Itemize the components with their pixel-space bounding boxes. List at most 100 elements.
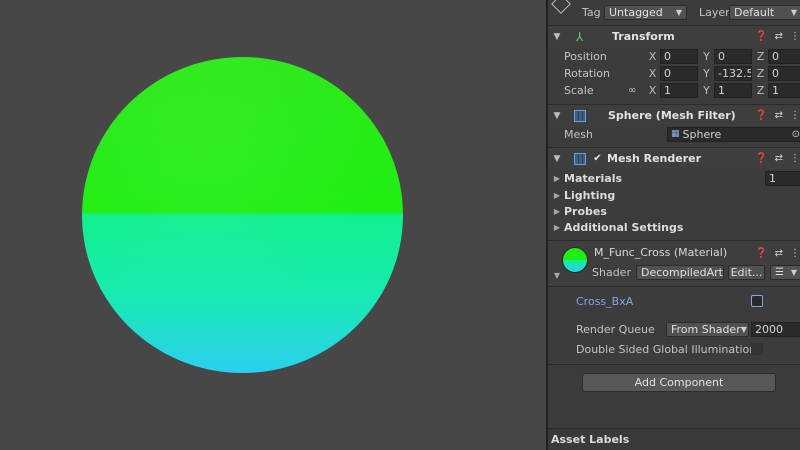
double-sided-gi-checkbox[interactable] — [751, 343, 763, 355]
foldout-expanded-icon[interactable]: ▼ — [550, 111, 564, 121]
preset-icon[interactable]: ⇄ — [775, 31, 783, 42]
help-icon[interactable]: ❓ — [755, 31, 767, 42]
more-menu-icon[interactable]: ⋮ — [790, 153, 800, 164]
materials-label: Materials — [564, 171, 623, 185]
asset-labels-bar[interactable]: Asset Labels — [548, 428, 800, 450]
rotation-x-field[interactable]: 0 — [660, 66, 698, 81]
chevron-down-icon: ▼ — [790, 268, 797, 277]
mesh-renderer-header[interactable]: ▼ ✔ Mesh Renderer ❓ ⇄ ⋮ — [548, 147, 800, 169]
shader-options-dropdown[interactable]: ☰ ▼ — [770, 265, 800, 280]
position-label: Position — [564, 50, 607, 63]
foldout-expanded-icon[interactable]: ▼ — [550, 32, 564, 42]
add-component-button[interactable]: Add Component — [582, 373, 776, 392]
layer-label: Layer — [699, 5, 730, 19]
mesh-filter-icon — [574, 109, 586, 122]
double-sided-gi-label: Double Sided Global Illumination — [576, 342, 757, 356]
mesh-value: Sphere — [682, 127, 722, 141]
layer-dropdown[interactable]: Default ▼ — [729, 4, 800, 20]
foldout-collapsed-icon[interactable]: ▶ — [551, 223, 563, 232]
shader-dropdown[interactable]: DecompiledArt ▼ — [636, 265, 724, 280]
layer-value: Default — [734, 5, 775, 19]
divider — [548, 286, 800, 287]
rotation-z-value: 0 — [772, 67, 779, 80]
foldout-collapsed-icon[interactable]: ▶ — [551, 207, 563, 216]
more-menu-icon[interactable]: ⋮ — [790, 248, 800, 259]
cross-bxa-label: Cross_BxA — [576, 294, 634, 308]
tag-layer-row: Tag Untagged ▼ Layer Default ▼ — [548, 0, 800, 21]
preset-icon[interactable]: ⇄ — [775, 153, 783, 164]
transform-header-icons: ❓ ⇄ ⋮ — [755, 26, 800, 47]
enabled-checkbox[interactable]: ✔ — [592, 153, 603, 164]
rotation-y-field[interactable]: -132.5 — [714, 66, 752, 81]
position-row: Position X 0 Y 0 Z 0 — [548, 48, 800, 65]
mesh-filter-title: Sphere (Mesh Filter) — [608, 109, 736, 122]
edit-label: Edit... — [730, 266, 763, 279]
materials-count-field[interactable]: 1 — [765, 170, 800, 186]
axis-y-label: Y — [703, 50, 710, 63]
more-menu-icon[interactable]: ⋮ — [790, 110, 800, 121]
edit-shader-button[interactable]: Edit... — [728, 265, 765, 280]
position-x-field[interactable]: 0 — [660, 49, 698, 64]
rotation-x-value: 0 — [664, 67, 671, 80]
position-y-value: 0 — [718, 50, 725, 63]
scale-y-field[interactable]: 1 — [714, 83, 752, 98]
render-queue-row: Render Queue From Shader ▼ 2000 — [548, 321, 800, 337]
mesh-renderer-title: Mesh Renderer — [607, 152, 702, 165]
scene-view[interactable] — [0, 0, 546, 450]
list-icon: ☰ — [775, 267, 784, 278]
additional-settings-foldout[interactable]: ▶ Additional Settings — [548, 219, 800, 235]
help-icon[interactable]: ❓ — [755, 110, 767, 121]
scale-z-field[interactable]: 1 — [768, 83, 800, 98]
materials-count-value: 1 — [769, 171, 776, 185]
help-icon[interactable]: ❓ — [755, 153, 767, 164]
mesh-row: Mesh ▦ Sphere ⊙ — [548, 126, 800, 142]
gameobject-cube-icon — [551, 0, 571, 14]
mesh-object-field[interactable]: ▦ Sphere ⊙ — [667, 126, 800, 142]
rotation-y-value: -132.5 — [718, 67, 752, 80]
material-preview-icon — [562, 247, 588, 273]
mesh-filter-header-icons: ❓ ⇄ ⋮ — [755, 105, 800, 126]
material-header[interactable]: ▼ M_Func_Cross (Material) ❓ ⇄ ⋮ Shader D… — [548, 241, 800, 285]
axis-y-label: Y — [703, 67, 710, 80]
render-queue-label: Render Queue — [576, 322, 655, 336]
preset-icon[interactable]: ⇄ — [775, 248, 783, 259]
more-menu-icon[interactable]: ⋮ — [790, 31, 800, 42]
material-header-icons: ❓ ⇄ ⋮ — [755, 242, 800, 264]
help-icon[interactable]: ❓ — [755, 248, 767, 259]
position-z-field[interactable]: 0 — [768, 49, 800, 64]
position-y-field[interactable]: 0 — [714, 49, 752, 64]
shader-label: Shader — [592, 266, 631, 279]
object-picker-icon[interactable]: ⊙ — [792, 129, 800, 140]
mesh-filter-header[interactable]: ▼ Sphere (Mesh Filter) ❓ ⇄ ⋮ — [548, 104, 800, 126]
materials-foldout[interactable]: ▶ Materials 1 — [548, 170, 800, 186]
scale-x-field[interactable]: 1 — [660, 83, 698, 98]
transform-header[interactable]: ▼ ⅄ Transform ❓ ⇄ ⋮ — [548, 25, 800, 47]
tag-dropdown[interactable]: Untagged ▼ — [604, 4, 687, 20]
cross-bxa-checkbox[interactable] — [751, 295, 763, 307]
probes-label: Probes — [564, 204, 607, 218]
chevron-down-icon: ▼ — [790, 7, 797, 17]
foldout-collapsed-icon[interactable]: ▶ — [551, 191, 563, 200]
probes-foldout[interactable]: ▶ Probes — [548, 203, 800, 219]
lighting-foldout[interactable]: ▶ Lighting — [548, 187, 800, 203]
foldout-expanded-icon[interactable]: ▼ — [551, 271, 563, 280]
preset-icon[interactable]: ⇄ — [775, 110, 783, 121]
axis-x-label: X — [648, 67, 657, 80]
rotation-z-field[interactable]: 0 — [768, 66, 800, 81]
divider — [548, 364, 800, 365]
render-queue-field[interactable]: 2000 — [751, 321, 800, 337]
foldout-expanded-icon[interactable]: ▼ — [550, 154, 564, 164]
shader-value: DecompiledArt — [641, 266, 723, 279]
transform-title: Transform — [612, 30, 675, 43]
foldout-collapsed-icon[interactable]: ▶ — [551, 174, 563, 183]
axis-z-label: Z — [756, 50, 765, 63]
constrain-proportions-icon[interactable]: ∞ — [628, 85, 636, 96]
tag-value: Untagged — [609, 5, 663, 19]
tag-label: Tag — [582, 5, 601, 19]
sphere-preview[interactable] — [82, 57, 403, 373]
render-queue-dropdown[interactable]: From Shader ▼ — [666, 321, 749, 337]
additional-settings-label: Additional Settings — [564, 220, 684, 234]
chevron-down-icon: ▼ — [740, 324, 747, 334]
scale-label: Scale — [564, 84, 594, 97]
editor-root: Tag Untagged ▼ Layer Default ▼ ▼ ⅄ Trans… — [0, 0, 800, 450]
